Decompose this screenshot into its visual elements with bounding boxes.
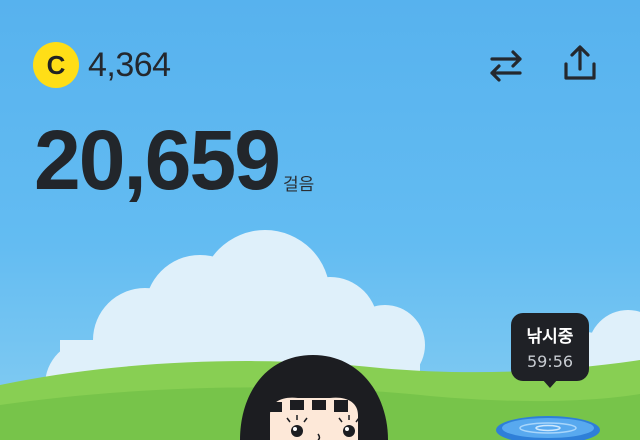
coin-icon[interactable]: C: [33, 42, 79, 88]
swap-button[interactable]: [484, 44, 528, 88]
swap-arrows-icon: [490, 50, 522, 82]
activity-status-bubble[interactable]: 낚시중 59:56: [511, 313, 589, 388]
step-unit-label: 걸음: [283, 175, 315, 195]
activity-timer: 59:56: [526, 352, 574, 371]
share-icon: [564, 45, 596, 80]
top-bar: C 4,364: [0, 0, 640, 120]
coin-symbol: C: [46, 49, 66, 80]
activity-status-label: 낚시중: [526, 327, 574, 347]
coin-balance[interactable]: 4,364: [88, 46, 171, 85]
share-button[interactable]: [558, 42, 602, 86]
step-count: 20,659: [34, 113, 281, 207]
